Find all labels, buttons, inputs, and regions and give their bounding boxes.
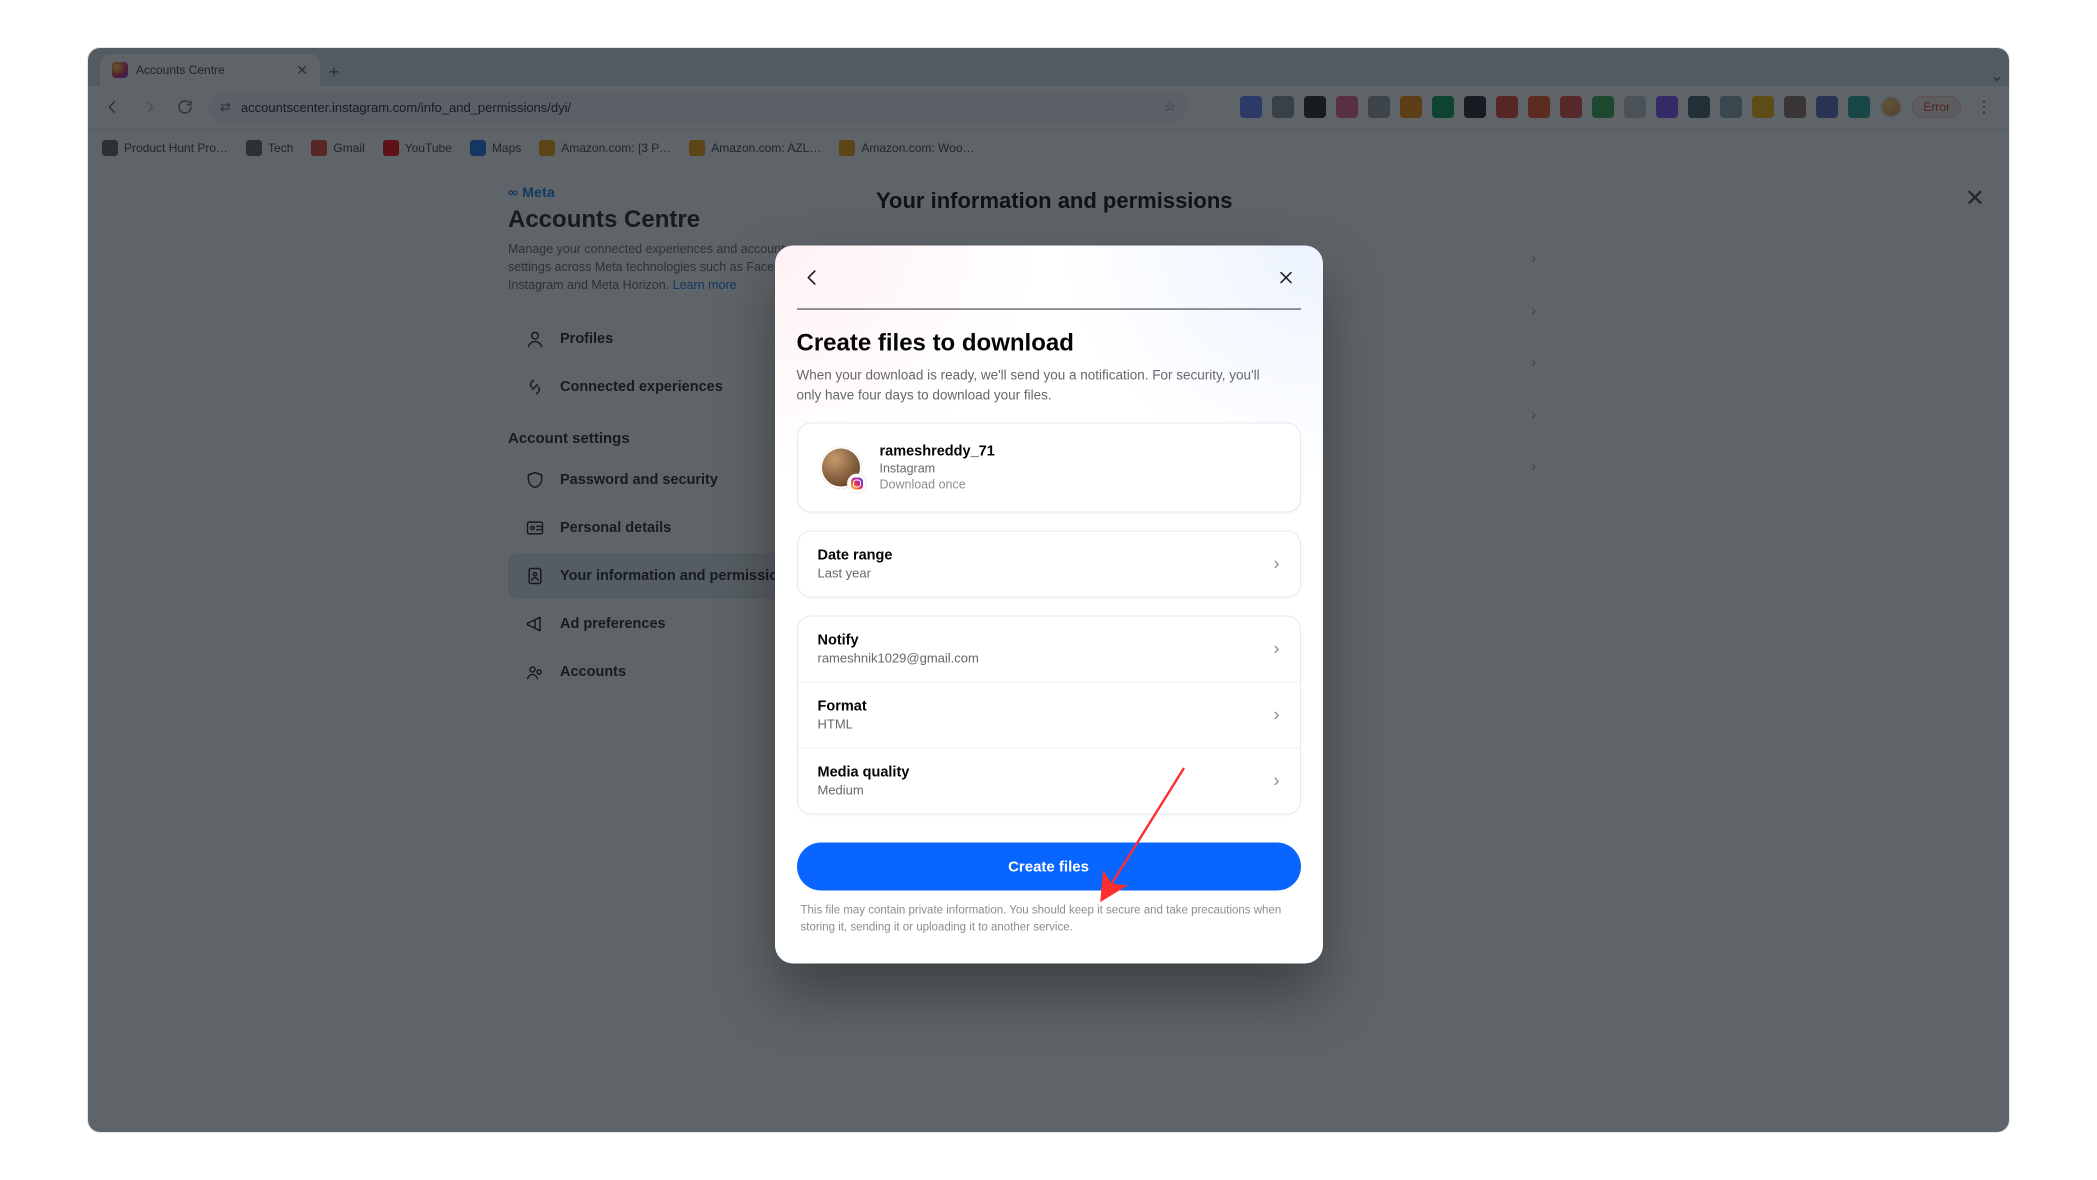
modal-back-button[interactable] [797, 263, 827, 293]
create-files-button[interactable]: Create files [797, 843, 1301, 891]
account-platform: Instagram [880, 462, 995, 476]
account-card: rameshreddy_71 Instagram Download once [797, 423, 1301, 513]
account-download-mode: Download once [880, 478, 995, 492]
chevron-right-icon: › [1274, 705, 1280, 726]
option-value: rameshnik1029@gmail.com [818, 651, 979, 666]
option-label: Date range [818, 548, 893, 564]
chevron-right-icon: › [1274, 639, 1280, 660]
instagram-icon [851, 478, 863, 490]
option-row-format[interactable]: Format HTML › [798, 682, 1300, 748]
options-card: Date range Last year › [797, 531, 1301, 598]
modal-close-button[interactable] [1271, 263, 1301, 293]
option-row-notify[interactable]: Notify rameshnik1029@gmail.com › [798, 617, 1300, 682]
options-card: Notify rameshnik1029@gmail.com › Format HTML… [797, 616, 1301, 815]
platform-badge [848, 475, 866, 493]
chevron-right-icon: › [1274, 554, 1280, 575]
modal-subtitle: When your download is ready, we'll send … [797, 366, 1267, 405]
modal-header [775, 246, 1323, 310]
option-label: Notify [818, 633, 979, 649]
option-row-date-range[interactable]: Date range Last year › [798, 532, 1300, 597]
account-username: rameshreddy_71 [880, 444, 995, 460]
option-row-media-quality[interactable]: Media quality Medium › [798, 748, 1300, 814]
option-value: HTML [818, 717, 867, 732]
chevron-right-icon: › [1274, 771, 1280, 792]
account-avatar [820, 447, 862, 489]
option-value: Last year [818, 566, 893, 581]
modal-disclaimer: This file may contain private informatio… [797, 903, 1301, 944]
option-label: Format [818, 699, 867, 715]
option-value: Medium [818, 783, 910, 798]
modal-title: Create files to download [797, 330, 1301, 358]
option-label: Media quality [818, 765, 910, 781]
download-modal: Create files to download When your downl… [775, 246, 1323, 964]
